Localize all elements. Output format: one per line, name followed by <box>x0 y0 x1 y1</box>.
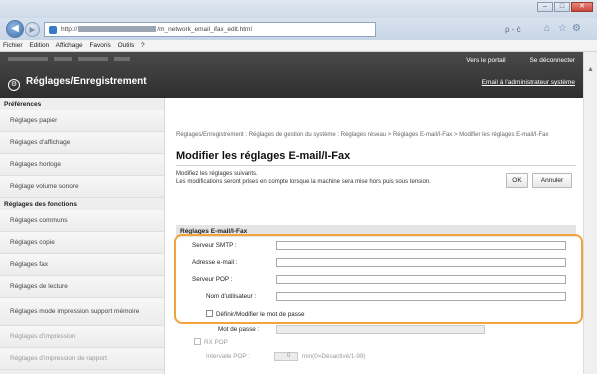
forward-button[interactable]: ▶ <box>25 22 40 37</box>
window-titlebar: – □ ✕ <box>0 0 597 18</box>
menu-tools[interactable]: Outils <box>118 42 135 49</box>
ok-button[interactable]: OK <box>506 173 528 188</box>
rxpop-checkbox[interactable] <box>194 338 201 345</box>
interval-unit: min(0=Désactivé/1-99) <box>302 353 366 360</box>
header-links: Vers le portail Se déconnecter <box>444 57 575 64</box>
menu-help[interactable]: ? <box>141 42 145 49</box>
address-bar[interactable]: http:// /m_network_email_ifax_edit.html <box>44 22 376 37</box>
password-checkbox-label: Définir/Modifier le mot de passe <box>216 311 305 318</box>
sidebar-item-display[interactable]: Réglages d'affichage <box>0 132 164 154</box>
section-header-email-ifax: Réglages E-mail/I-Fax <box>176 225 576 237</box>
menu-favorites[interactable]: Favoris <box>89 42 110 49</box>
rxpop-label: RX POP <box>204 339 228 346</box>
page-header: Vers le portail Se déconnecter ⚙ Réglages… <box>0 52 583 98</box>
page-title: Modifier les réglages E-mail/I-Fax <box>176 150 351 162</box>
minimize-button[interactable]: – <box>537 2 553 12</box>
sidebar-group-functions: Réglages des fonctions <box>4 201 77 208</box>
menu-edit[interactable]: Edition <box>29 42 49 49</box>
smtp-label: Serveur SMTP : <box>192 242 237 249</box>
breadcrumb: Réglages/Enregistrement : Réglages de ge… <box>176 132 549 138</box>
pop-server-input[interactable] <box>276 275 566 284</box>
address-search-refresh[interactable]: ρ - ċ <box>505 22 535 37</box>
sidebar-group-preferences: Préférences <box>4 101 42 108</box>
password-input[interactable] <box>276 325 485 334</box>
page-header-title: ⚙ Réglages/Enregistrement <box>8 76 147 91</box>
password-checkbox-row[interactable]: Définir/Modifier le mot de passe <box>206 310 305 318</box>
sidebar: Préférences Réglages papier Réglages d'a… <box>0 98 165 374</box>
scroll-up-icon[interactable]: ▲ <box>587 66 594 73</box>
back-button[interactable]: ◀ <box>6 20 24 38</box>
pop-label: Serveur POP : <box>192 276 233 283</box>
description-line-1: Modifiez les réglages suivants. <box>176 171 258 177</box>
sidebar-item-paper[interactable]: Réglages papier <box>0 110 164 132</box>
sidebar-item-report-print[interactable]: Réglages d'impression de rapport <box>0 348 164 370</box>
tools-gear-icon[interactable]: ⚙ <box>572 23 581 34</box>
email-address-input[interactable] <box>276 258 566 267</box>
smtp-server-input[interactable] <box>276 241 566 250</box>
window-controls: – □ ✕ <box>537 2 593 12</box>
sidebar-item-memory-print[interactable]: Réglages mode impression support mémoire <box>0 298 164 326</box>
sidebar-item-clock[interactable]: Réglages horloge <box>0 154 164 176</box>
page-description: Modifiez les réglages suivants. Les modi… <box>176 170 431 186</box>
favorites-star-icon[interactable]: ☆ <box>558 23 567 34</box>
username-input[interactable] <box>276 292 566 301</box>
rxpop-row[interactable]: RX POP <box>194 338 228 346</box>
masked-device-info <box>8 57 136 63</box>
header-title-text: Réglages/Enregistrement <box>26 76 147 87</box>
browser-toolbar: ◀ ▶ http:// /m_network_email_ifax_edit.ht… <box>0 18 597 40</box>
logout-link[interactable]: Se déconnecter <box>529 57 575 64</box>
browser-menubar: Fichier Edition Affichage Favoris Outils… <box>0 40 597 52</box>
title-divider <box>176 165 576 166</box>
sidebar-item-print[interactable]: Réglages d'impression <box>0 326 164 348</box>
sidebar-item-fax[interactable]: Réglages fax <box>0 254 164 276</box>
menu-file[interactable]: Fichier <box>3 42 23 49</box>
url-prefix: http:// <box>61 26 78 33</box>
email-label: Adresse e-mail : <box>192 259 238 266</box>
interval-input[interactable]: 0 <box>274 352 298 361</box>
url-masked-host <box>78 26 157 33</box>
cancel-button[interactable]: Annuler <box>532 173 572 188</box>
sidebar-item-volume[interactable]: Réglage volume sonore <box>0 176 164 198</box>
password-label: Mot de passe : <box>218 326 260 333</box>
email-admin-link[interactable]: Email à l'administrateur système <box>482 79 575 86</box>
sidebar-item-copy[interactable]: Réglages copie <box>0 232 164 254</box>
settings-gear-icon: ⚙ <box>8 79 20 91</box>
portal-link[interactable]: Vers le portail <box>466 57 505 64</box>
page-favicon-icon <box>49 26 57 34</box>
page-scrollbar[interactable]: ▲ <box>583 52 597 374</box>
home-icon[interactable]: ⌂ <box>544 23 550 34</box>
sidebar-item-scan[interactable]: Réglages de lecture <box>0 276 164 298</box>
username-label: Nom d'utilisateur : <box>206 293 257 300</box>
menu-view[interactable]: Affichage <box>56 42 83 49</box>
interval-label: Intervalle POP : <box>206 353 250 360</box>
sidebar-item-common[interactable]: Réglages communs <box>0 210 164 232</box>
url-path: /m_network_email_ifax_edit.html <box>157 26 252 33</box>
password-checkbox[interactable] <box>206 310 213 317</box>
description-line-2: Les modifications seront prises en compt… <box>176 179 431 185</box>
maximize-button[interactable]: □ <box>554 2 570 12</box>
close-window-button[interactable]: ✕ <box>571 2 593 12</box>
